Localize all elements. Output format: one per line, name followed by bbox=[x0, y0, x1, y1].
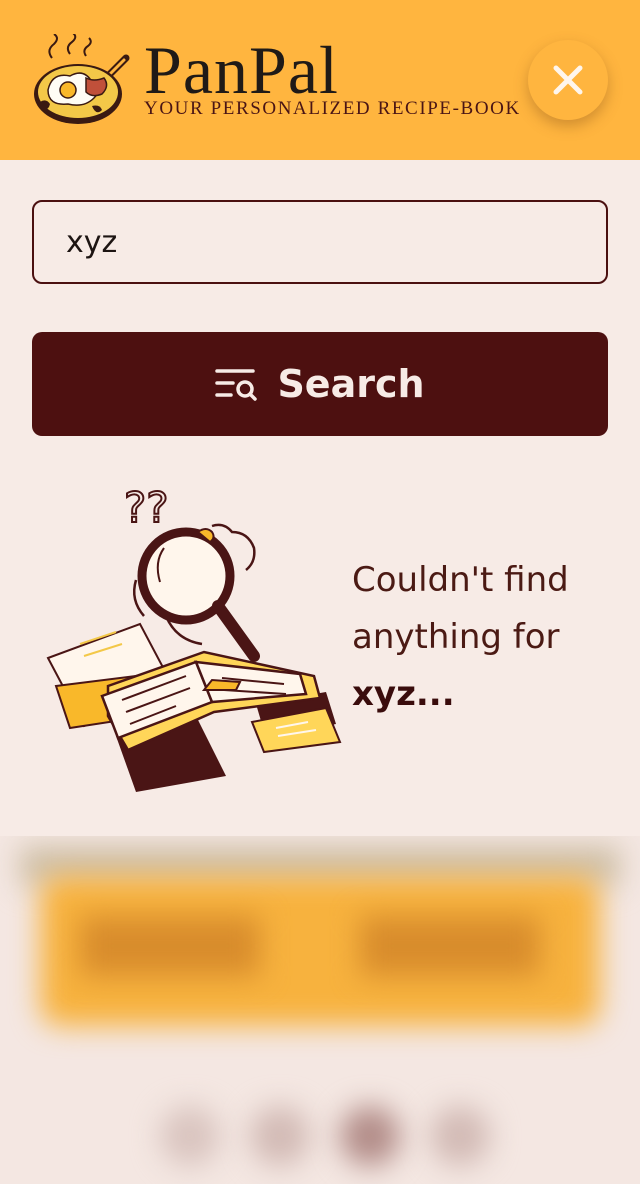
blurred-card-shade bbox=[360, 916, 540, 976]
blurred-dot bbox=[250, 1106, 310, 1166]
close-icon bbox=[553, 65, 583, 95]
app-header: PanPal YOUR PERSONALIZED RECIPE-BOOK bbox=[0, 0, 640, 160]
search-button-label: Search bbox=[277, 362, 425, 406]
blurred-card-shade bbox=[80, 916, 260, 976]
app-title: PanPal bbox=[144, 32, 339, 108]
brand: PanPal YOUR PERSONALIZED RECIPE-BOOK bbox=[144, 34, 521, 120]
search-button[interactable]: Search bbox=[32, 332, 608, 436]
no-results-term: xyz... bbox=[352, 674, 455, 714]
blurred-dot bbox=[340, 1106, 400, 1166]
no-results-message: Couldn't find anything for xyz... bbox=[352, 552, 612, 723]
blurred-dot bbox=[160, 1106, 220, 1166]
search-input[interactable] bbox=[32, 200, 608, 284]
filter-search-icon bbox=[215, 369, 258, 401]
panpal-logo bbox=[30, 32, 130, 128]
close-button[interactable] bbox=[528, 40, 608, 120]
no-results-text: Couldn't find anything for bbox=[352, 560, 569, 657]
no-results-illustration: ?? bbox=[36, 476, 348, 796]
svg-text:??: ?? bbox=[124, 483, 169, 532]
blurred-dot bbox=[430, 1106, 490, 1166]
blurred-background bbox=[0, 836, 640, 1184]
app-subtitle: YOUR PERSONALIZED RECIPE-BOOK bbox=[144, 98, 521, 119]
